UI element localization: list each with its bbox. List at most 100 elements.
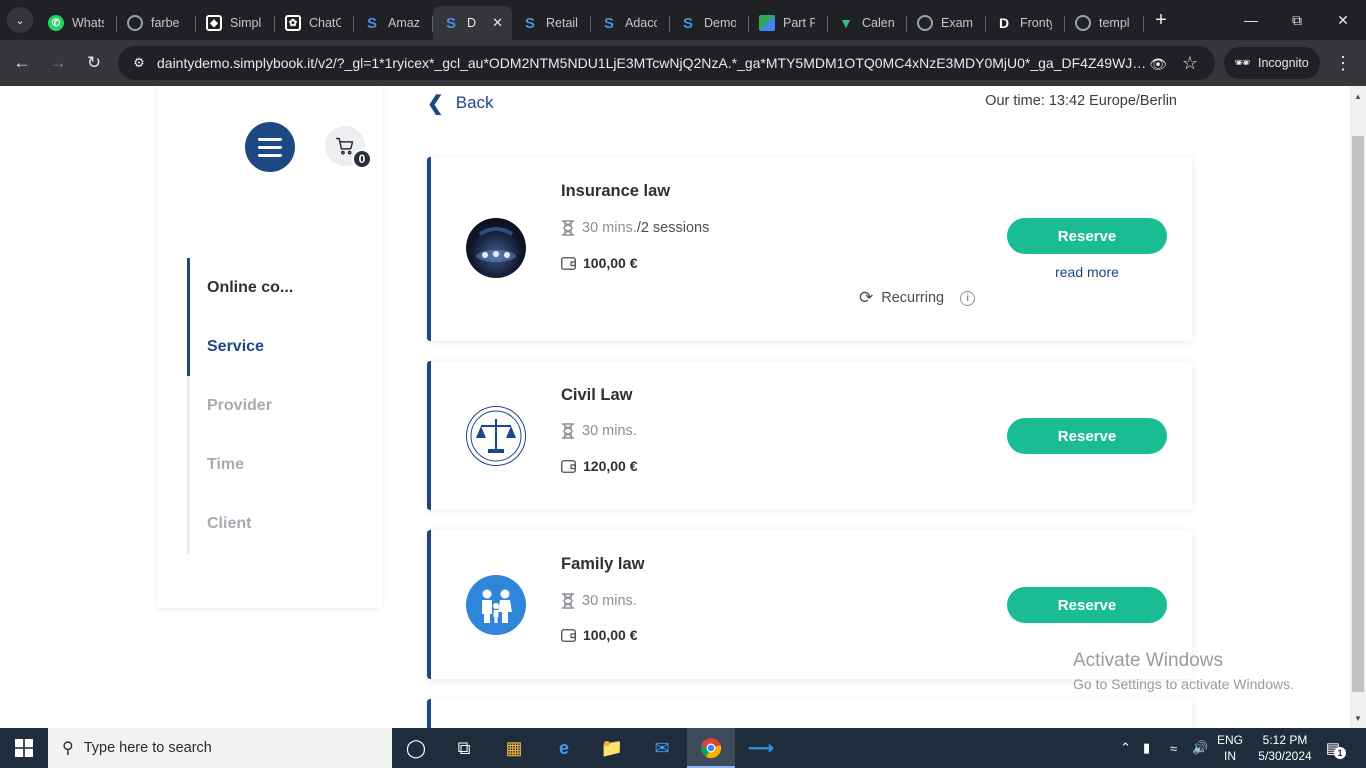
hourglass-icon <box>561 220 575 236</box>
wifi-icon[interactable]: ≈ <box>1170 728 1188 768</box>
minimize-icon[interactable]: — <box>1228 0 1274 40</box>
mail-icon[interactable]: ✉ <box>638 728 686 768</box>
tab-label: Calen <box>862 16 894 30</box>
service-price: 120,00 € <box>561 458 638 474</box>
tab-fronty[interactable]: D Fronty <box>986 6 1065 40</box>
partp-icon <box>759 15 775 31</box>
duration-text: 30 mins. <box>582 220 637 236</box>
reserve-button[interactable]: Reserve <box>1007 418 1167 454</box>
forward-arrow-icon[interactable]: → <box>45 50 71 76</box>
hourglass-icon <box>561 593 575 609</box>
taskbar-clock[interactable]: 5:12 PM 5/30/2024 <box>1256 732 1314 764</box>
step-service[interactable]: Service <box>187 317 377 376</box>
back-arrow-icon[interactable]: ← <box>9 50 35 76</box>
booking-sidebar: 0 Online co... Service Provider Time Cli… <box>157 86 382 608</box>
tab-amaz[interactable]: S Amaz <box>354 6 433 40</box>
address-bar[interactable]: ⚙ daintydemo.simplybook.it/v2/?_gl=1*1ry… <box>118 46 1215 80</box>
restore-icon[interactable]: ⧉ <box>1274 0 1320 40</box>
page-viewport: 0 Online co... Service Provider Time Cli… <box>0 86 1350 728</box>
tab-chatgpt[interactable]: ✿ ChatG <box>275 6 354 40</box>
tab-whatsapp[interactable]: ✆ Whats <box>38 6 117 40</box>
watermark-title: Activate Windows <box>1073 650 1223 671</box>
task-view-icon[interactable]: ⧉ <box>440 728 488 768</box>
service-duration: 30 mins. <box>561 593 637 609</box>
chevron-left-icon: ❮ <box>427 92 444 115</box>
tab-label: Amaz <box>388 16 420 30</box>
tab-partp[interactable]: Part P <box>749 6 828 40</box>
service-name[interactable]: Insurance law <box>561 182 670 201</box>
notification-center-icon[interactable]: ▤ 1 <box>1322 738 1346 759</box>
site-settings-icon[interactable]: ⚙ <box>130 54 148 72</box>
tracking-protection-icon[interactable]: 👁 <box>1147 53 1169 75</box>
tab-retail[interactable]: S Retail <box>512 6 591 40</box>
bookmark-star-icon[interactable]: ☆ <box>1179 52 1201 74</box>
reload-icon[interactable]: ↻ <box>81 50 107 76</box>
start-button[interactable] <box>0 728 48 768</box>
tab-farbe[interactable]: farbe <box>117 6 196 40</box>
tab-active-d[interactable]: S D ✕ <box>433 6 512 40</box>
reserve-button[interactable]: Reserve <box>1007 587 1167 623</box>
timezone-info: Our time: 13:42 Europe/Berlin <box>985 93 1177 109</box>
tab-label: Simpl <box>230 16 262 30</box>
close-tab-icon[interactable]: ✕ <box>492 15 503 31</box>
tab-templ[interactable]: templ <box>1065 6 1144 40</box>
tab-calen[interactable]: ▼ Calen <box>828 6 907 40</box>
step-label: Provider <box>207 396 272 414</box>
tab-adaco[interactable]: S Adaco <box>591 6 670 40</box>
tab-label: farbe <box>151 16 180 30</box>
reserve-button[interactable]: Reserve <box>1007 218 1167 254</box>
close-window-icon[interactable]: ✕ <box>1320 0 1366 40</box>
info-icon[interactable]: i <box>960 290 976 306</box>
globe-icon <box>917 15 933 31</box>
new-tab-icon[interactable]: + <box>1150 8 1172 32</box>
input-language[interactable]: ENG IN <box>1214 732 1246 764</box>
whatsapp-icon: ✆ <box>48 15 64 31</box>
service-name[interactable]: Civil Law <box>561 386 633 405</box>
price-text: 100,00 € <box>583 255 638 271</box>
tray-chevron-icon[interactable]: ⌃ <box>1120 728 1138 768</box>
cart-icon <box>335 137 354 155</box>
service-price: 100,00 € <box>561 627 638 643</box>
scrollbar-thumb[interactable] <box>1352 136 1364 692</box>
store-icon[interactable]: ▦ <box>490 728 538 768</box>
cart-button[interactable]: 0 <box>325 126 372 169</box>
battery-icon[interactable]: ▮ <box>1143 728 1161 768</box>
incognito-indicator[interactable]: 🕶 Incognito <box>1224 47 1320 79</box>
back-link[interactable]: ❮ Back <box>427 92 494 115</box>
scroll-down-icon[interactable]: ▼ <box>1354 714 1362 723</box>
file-explorer-icon[interactable]: 📁 <box>588 728 636 768</box>
tab-demo[interactable]: S Demo <box>670 6 749 40</box>
booking-steps: Online co... Service Provider Time Clien… <box>187 258 377 553</box>
menu-kebab-icon[interactable]: ⋮ <box>1332 50 1354 76</box>
edge-icon[interactable]: e <box>540 728 588 768</box>
globe-icon <box>127 15 143 31</box>
wallet-icon <box>561 459 576 473</box>
clock-date: 5/30/2024 <box>1258 749 1312 763</box>
scroll-up-icon[interactable]: ▲ <box>1354 92 1362 101</box>
step-client: Client <box>187 494 377 553</box>
service-card-insurance-law: Insurance law 30 mins./2 sessions 100,00… <box>427 157 1192 341</box>
tab-exam[interactable]: Exam <box>907 6 986 40</box>
taskbar-search[interactable]: ⚲ Type here to search <box>48 728 392 768</box>
chrome-icon[interactable] <box>687 728 735 768</box>
url-text[interactable]: daintydemo.simplybook.it/v2/?_gl=1*1ryic… <box>157 55 1147 73</box>
simplybook-s-icon: S <box>445 14 456 32</box>
simplybook-s-icon: S <box>524 14 535 32</box>
tab-search-icon[interactable]: ⌄ <box>7 7 33 33</box>
scales-of-justice-icon <box>470 410 522 462</box>
tab-simpl[interactable]: ◆ Simpl <box>196 6 275 40</box>
simplybook-s-icon: S <box>603 14 614 32</box>
step-online-consultation[interactable]: Online co... <box>187 258 377 317</box>
activate-windows-watermark: Activate Windows Go to Settings to activ… <box>1073 650 1294 692</box>
cart-count-badge: 0 <box>352 149 372 169</box>
cortana-icon[interactable]: ◯ <box>392 728 440 768</box>
page-scrollbar[interactable]: ▲ ▼ <box>1350 86 1366 728</box>
vscode-icon[interactable]: ⟶ <box>737 728 785 768</box>
vue-icon: ▼ <box>839 15 853 31</box>
hamburger-menu-button[interactable] <box>245 122 295 172</box>
clock-time: 5:12 PM <box>1262 733 1308 747</box>
volume-icon[interactable]: 🔊 <box>1192 728 1210 768</box>
service-name[interactable]: Family law <box>561 555 644 574</box>
chatgpt-icon: ✿ <box>285 15 301 31</box>
read-more-link[interactable]: read more <box>1007 264 1167 280</box>
